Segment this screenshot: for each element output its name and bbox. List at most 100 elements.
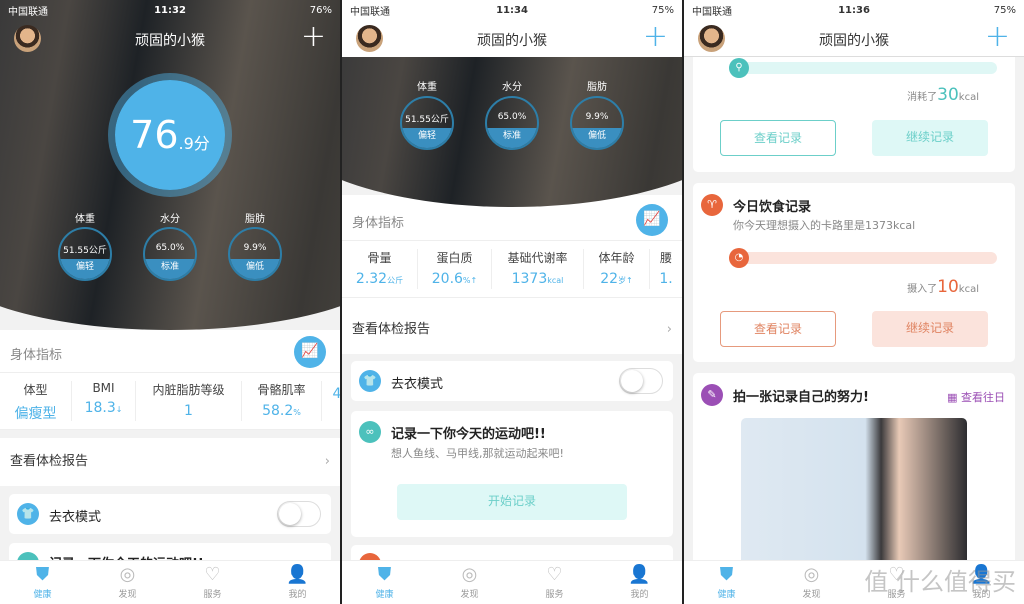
metric[interactable]: 体年龄 22岁↑ xyxy=(584,249,650,289)
gauge-fat[interactable]: 9.9% 偏低 xyxy=(228,227,282,281)
run-icon: ⚲ xyxy=(729,58,749,78)
chart-icon[interactable]: 📈 xyxy=(294,336,326,368)
tab-service[interactable]: ♡ 服务 xyxy=(170,561,255,604)
metric-value: 18.3↓ xyxy=(72,400,135,416)
text: 51.55公斤 xyxy=(405,115,449,125)
progress-photo[interactable] xyxy=(741,418,967,578)
metric-value: 1373kcal xyxy=(492,271,583,287)
diet-title: 今日饮食记录 xyxy=(733,200,812,215)
start-record-button[interactable]: 开始记录 xyxy=(397,484,627,520)
food-icon: ◔ xyxy=(729,248,749,268)
heart-icon: ♡ xyxy=(546,564,563,585)
diet-subtitle: 你今天理想摄入的卡路里是1373kcal xyxy=(733,219,916,232)
section-title: 身体指标 xyxy=(352,216,405,231)
tab-mine[interactable]: 👤 我的 xyxy=(597,561,682,604)
tab-discover[interactable]: ◎ 发现 xyxy=(427,561,512,604)
screen-3: 中国联通 11:36 75% 顽固的小猴 + ⚲ 消耗了30kcal 查看记录 … xyxy=(684,0,1024,604)
gauge-weight[interactable]: 51.55公斤 偏轻 xyxy=(400,96,454,150)
exercise-progress: ⚲ xyxy=(729,58,997,78)
metric-value: 58.2% xyxy=(242,403,321,419)
continue-exercise-button[interactable]: 继续记录 xyxy=(872,120,988,156)
metric-value: 2.32公斤 xyxy=(342,271,417,287)
gauge-water[interactable]: 65.0% 标准 xyxy=(485,96,539,150)
battery: 75% xyxy=(993,4,1016,16)
user-icon: 👤 xyxy=(286,564,309,585)
gauge-weight[interactable]: 51.55公斤 偏轻 xyxy=(58,227,112,281)
undress-toggle[interactable] xyxy=(619,368,663,394)
metric[interactable]: 体型 偏瘦型 xyxy=(0,381,72,422)
text: 发现 xyxy=(802,590,821,600)
tab-discover[interactable]: ◎ 发现 xyxy=(769,561,854,604)
text: 健康 xyxy=(717,590,736,600)
chart-icon[interactable]: 📈 xyxy=(636,204,668,236)
plus-icon[interactable]: + xyxy=(985,22,1010,52)
tab-discover[interactable]: ◎ 发现 xyxy=(85,561,170,604)
gauge-label: 体重 xyxy=(417,82,437,93)
chevron-right-icon: › xyxy=(666,322,672,337)
undress-label: 去衣模式 xyxy=(49,510,102,525)
discover-icon: ◎ xyxy=(461,564,478,585)
continue-diet-button[interactable]: 继续记录 xyxy=(872,311,988,347)
battery: 75% xyxy=(651,4,674,16)
gauge-status: 偏轻 xyxy=(60,259,110,279)
text: ↓ xyxy=(115,405,123,414)
metric[interactable]: 蛋白质 20.6%↑ xyxy=(418,249,492,289)
watermark: 值 什么值得买 xyxy=(864,568,1016,596)
tab-bar: ⛊ 健康 ◎ 发现 ♡ 服务 👤 我的 xyxy=(342,560,682,604)
text: 1. xyxy=(659,271,673,287)
status-bar: 中国联通 11:36 75% xyxy=(684,0,1024,20)
metric[interactable]: 腰 1. xyxy=(650,249,682,289)
metric[interactable]: 基础代谢率 1373kcal xyxy=(492,249,584,289)
score-value: 76 xyxy=(130,113,179,157)
tab-health[interactable]: ⛊ 健康 xyxy=(342,561,427,604)
exercise-card: ⚲ 消耗了30kcal 查看记录 继续记录 xyxy=(693,57,1015,172)
gauge-status: 偏低 xyxy=(230,259,280,279)
text: kcal xyxy=(958,284,979,295)
gauge-label: 体重 xyxy=(75,214,95,225)
tab-health[interactable]: ⛊ 健康 xyxy=(684,561,769,604)
header: 顽固的小猴 + xyxy=(684,20,1024,57)
page-title: 顽固的小猴 xyxy=(819,33,889,49)
report-link[interactable]: 查看体检报告 › xyxy=(342,306,682,354)
view-diet-button[interactable]: 查看记录 xyxy=(720,311,836,347)
tab-health[interactable]: ⛊ 健康 xyxy=(0,561,85,604)
shirt-icon: 👕 xyxy=(359,370,381,392)
score-circle[interactable]: 76.9分 xyxy=(108,73,232,197)
exercise-subtitle: 想人鱼线、马甲线,那就运动起来吧! xyxy=(391,447,564,460)
metric-value: 4 xyxy=(322,386,340,402)
text: %↑ xyxy=(462,276,478,285)
plus-icon[interactable]: + xyxy=(643,22,668,52)
view-exercise-button[interactable]: 查看记录 xyxy=(720,120,836,156)
tab-mine[interactable]: 👤 我的 xyxy=(255,561,340,604)
time: 11:34 xyxy=(496,4,528,16)
gauge-value: 9.9% xyxy=(243,243,267,253)
tab-service[interactable]: ♡ 服务 xyxy=(512,561,597,604)
undress-toggle[interactable] xyxy=(277,501,321,527)
text: 1 xyxy=(184,403,193,419)
text: 22 xyxy=(600,271,619,287)
gauge-label: 脂肪 xyxy=(245,214,265,225)
metric[interactable]: 4 xyxy=(322,381,340,421)
text: 10 xyxy=(937,277,959,297)
metric[interactable]: 内脏脂肪等级 1 xyxy=(136,381,242,421)
photo-card: ✎ 拍一张记录自己的努力! ▦ 查看往日 xyxy=(693,373,1015,578)
text: 18.3 xyxy=(84,400,116,416)
gauge-value: 65.0% xyxy=(155,243,185,253)
metric[interactable]: 骨骼肌率 58.2% xyxy=(242,381,322,421)
text: 内脏脂肪等级 xyxy=(152,383,225,397)
text: 20.6 xyxy=(431,271,463,287)
report-label: 查看体检报告 xyxy=(10,454,89,469)
plus-icon[interactable]: + xyxy=(301,22,326,52)
metric[interactable]: 骨量 2.32公斤 xyxy=(342,249,418,289)
header: 顽固的小猴 + xyxy=(342,20,682,57)
burned-kcal: 消耗了30kcal xyxy=(907,85,979,105)
report-link[interactable]: 查看体检报告 › xyxy=(0,438,340,486)
gauge-water[interactable]: 65.0% 标准 xyxy=(143,227,197,281)
metric[interactable]: BMI 18.3↓ xyxy=(72,381,136,421)
diet-progress: ◔ xyxy=(729,248,997,268)
section-title: 身体指标 xyxy=(10,348,63,363)
text: 2.32 xyxy=(355,271,388,287)
fork-icon: ♈ xyxy=(701,194,723,216)
gauge-fat[interactable]: 9.9% 偏低 xyxy=(570,96,624,150)
history-link[interactable]: ▦ 查看往日 xyxy=(947,389,1005,405)
